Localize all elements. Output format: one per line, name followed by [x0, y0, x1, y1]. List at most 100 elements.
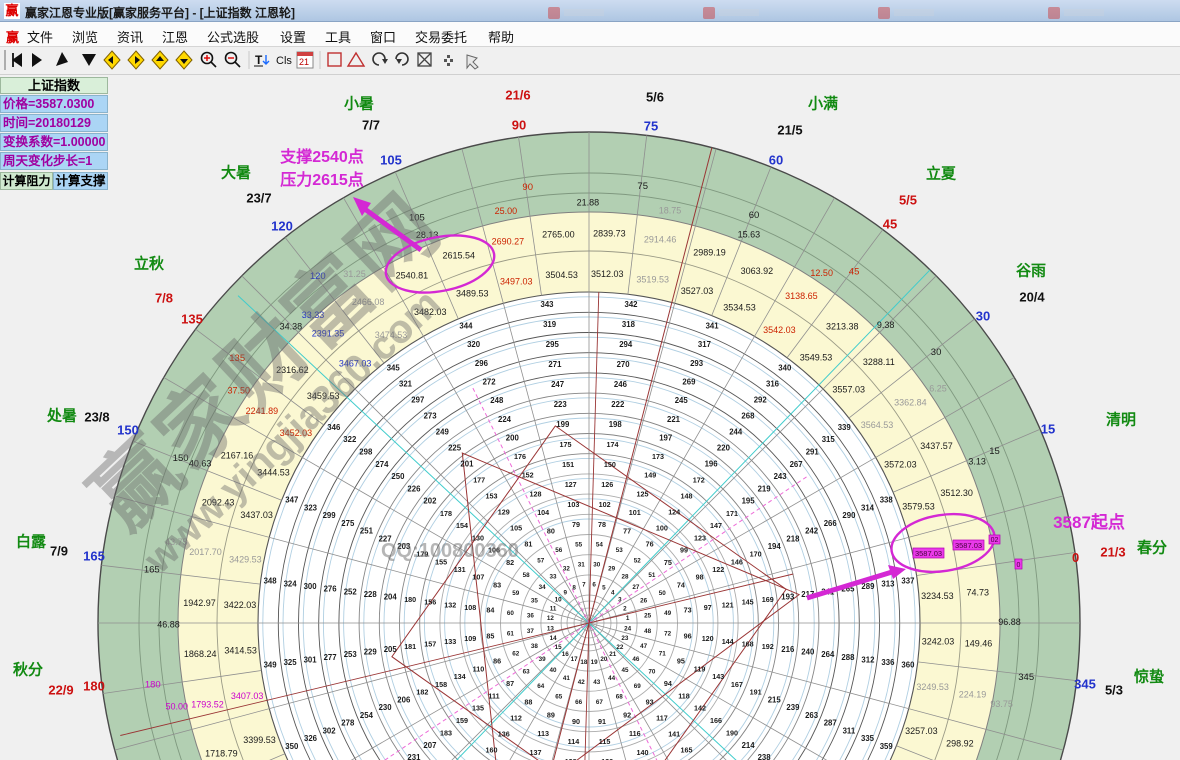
svg-text:149: 149: [644, 471, 656, 480]
svg-text:1868.24: 1868.24: [184, 649, 217, 659]
svg-text:5/6: 5/6: [646, 90, 664, 105]
svg-text:249: 249: [436, 428, 450, 437]
svg-text:141: 141: [668, 730, 680, 739]
svg-text:297: 297: [411, 396, 424, 405]
svg-text:96: 96: [684, 632, 692, 641]
svg-text:71: 71: [659, 651, 667, 658]
svg-text:1: 1: [626, 615, 630, 622]
svg-text:165: 165: [83, 549, 105, 564]
svg-text:93.75: 93.75: [990, 699, 1013, 709]
svg-text:20: 20: [600, 656, 608, 663]
svg-text:75: 75: [664, 558, 672, 567]
svg-text:62: 62: [512, 651, 520, 658]
svg-text:70: 70: [648, 669, 656, 676]
svg-text:350: 350: [285, 742, 299, 751]
svg-text:319: 319: [543, 320, 557, 329]
svg-text:153: 153: [486, 492, 498, 501]
svg-text:3587起点: 3587起点: [1053, 512, 1125, 532]
svg-text:169: 169: [762, 595, 774, 604]
svg-text:322: 322: [343, 435, 357, 444]
svg-text:91: 91: [598, 717, 606, 726]
svg-text:谷雨: 谷雨: [1016, 262, 1046, 279]
svg-text:97: 97: [704, 603, 712, 612]
svg-text:160: 160: [486, 746, 498, 755]
svg-text:21/3: 21/3: [1100, 545, 1125, 560]
svg-text:272: 272: [483, 378, 497, 387]
svg-text:288: 288: [841, 653, 855, 662]
svg-text:7/9: 7/9: [50, 544, 68, 559]
svg-text:175: 175: [560, 440, 572, 449]
svg-text:147: 147: [710, 521, 722, 530]
svg-text:2989.19: 2989.19: [693, 247, 726, 257]
svg-text:3437.57: 3437.57: [920, 441, 953, 451]
svg-text:小暑: 小暑: [344, 94, 374, 112]
svg-text:25.00: 25.00: [495, 206, 518, 216]
svg-text:125: 125: [637, 489, 649, 498]
svg-text:92: 92: [623, 710, 631, 719]
svg-text:3549.53: 3549.53: [800, 352, 833, 362]
svg-text:150: 150: [604, 460, 616, 469]
svg-text:48: 48: [644, 628, 652, 635]
svg-text:60: 60: [769, 153, 783, 168]
svg-text:50.00: 50.00: [166, 701, 189, 711]
svg-text:193: 193: [781, 593, 795, 602]
svg-text:18.75: 18.75: [659, 206, 682, 216]
svg-text:216: 216: [781, 645, 795, 654]
svg-text:269: 269: [682, 378, 696, 387]
svg-text:197: 197: [659, 434, 672, 443]
svg-text:37: 37: [527, 628, 535, 635]
svg-text:10: 10: [555, 597, 563, 604]
svg-text:46.88: 46.88: [157, 619, 180, 629]
svg-text:小满: 小满: [808, 94, 838, 112]
svg-text:316: 316: [766, 380, 780, 389]
svg-text:85: 85: [486, 632, 494, 641]
svg-text:96.88: 96.88: [998, 617, 1021, 627]
svg-text:15: 15: [989, 446, 1000, 457]
svg-text:194: 194: [768, 542, 782, 551]
svg-text:55: 55: [575, 542, 583, 549]
svg-text:312: 312: [861, 655, 875, 664]
svg-text:83: 83: [493, 580, 501, 589]
svg-text:321: 321: [399, 380, 413, 389]
svg-text:3534.53: 3534.53: [723, 303, 756, 313]
svg-text:142: 142: [694, 704, 706, 713]
svg-text:252: 252: [344, 587, 358, 596]
svg-text:3288.11: 3288.11: [863, 357, 895, 367]
svg-text:秋分: 秋分: [13, 660, 43, 678]
svg-text:57: 57: [537, 557, 545, 564]
svg-text:120: 120: [702, 634, 714, 643]
svg-text:38: 38: [531, 643, 539, 650]
svg-text:105: 105: [380, 153, 402, 168]
svg-text:240: 240: [801, 648, 815, 657]
svg-text:190: 190: [726, 728, 738, 737]
svg-text:100: 100: [656, 524, 668, 533]
svg-text:21: 21: [609, 651, 617, 658]
svg-text:4: 4: [611, 589, 615, 596]
svg-text:立夏: 立夏: [926, 164, 957, 182]
svg-text:75: 75: [644, 119, 658, 134]
svg-text:90: 90: [512, 118, 526, 133]
svg-text:250: 250: [391, 472, 405, 481]
svg-text:3587.03: 3587.03: [915, 549, 942, 558]
svg-text:335: 335: [861, 734, 875, 743]
svg-text:173: 173: [652, 452, 664, 461]
svg-text:26: 26: [640, 598, 648, 605]
svg-text:3504.53: 3504.53: [545, 270, 578, 280]
svg-text:158: 158: [435, 680, 447, 689]
svg-text:168: 168: [742, 639, 754, 648]
svg-text:93: 93: [646, 698, 654, 707]
svg-text:30: 30: [976, 309, 990, 324]
svg-text:84: 84: [486, 606, 494, 615]
svg-text:46: 46: [632, 656, 640, 663]
svg-text:200: 200: [506, 434, 520, 443]
svg-text:180: 180: [83, 679, 105, 694]
svg-text:12.50: 12.50: [810, 268, 833, 278]
svg-text:2914.46: 2914.46: [644, 235, 677, 245]
svg-text:135: 135: [181, 312, 203, 327]
svg-text:7/7: 7/7: [362, 118, 380, 133]
svg-text:247: 247: [551, 380, 564, 389]
svg-text:3512.30: 3512.30: [940, 488, 973, 498]
svg-text:244: 244: [729, 428, 743, 437]
svg-text:271: 271: [548, 360, 562, 369]
svg-text:8: 8: [572, 584, 576, 591]
